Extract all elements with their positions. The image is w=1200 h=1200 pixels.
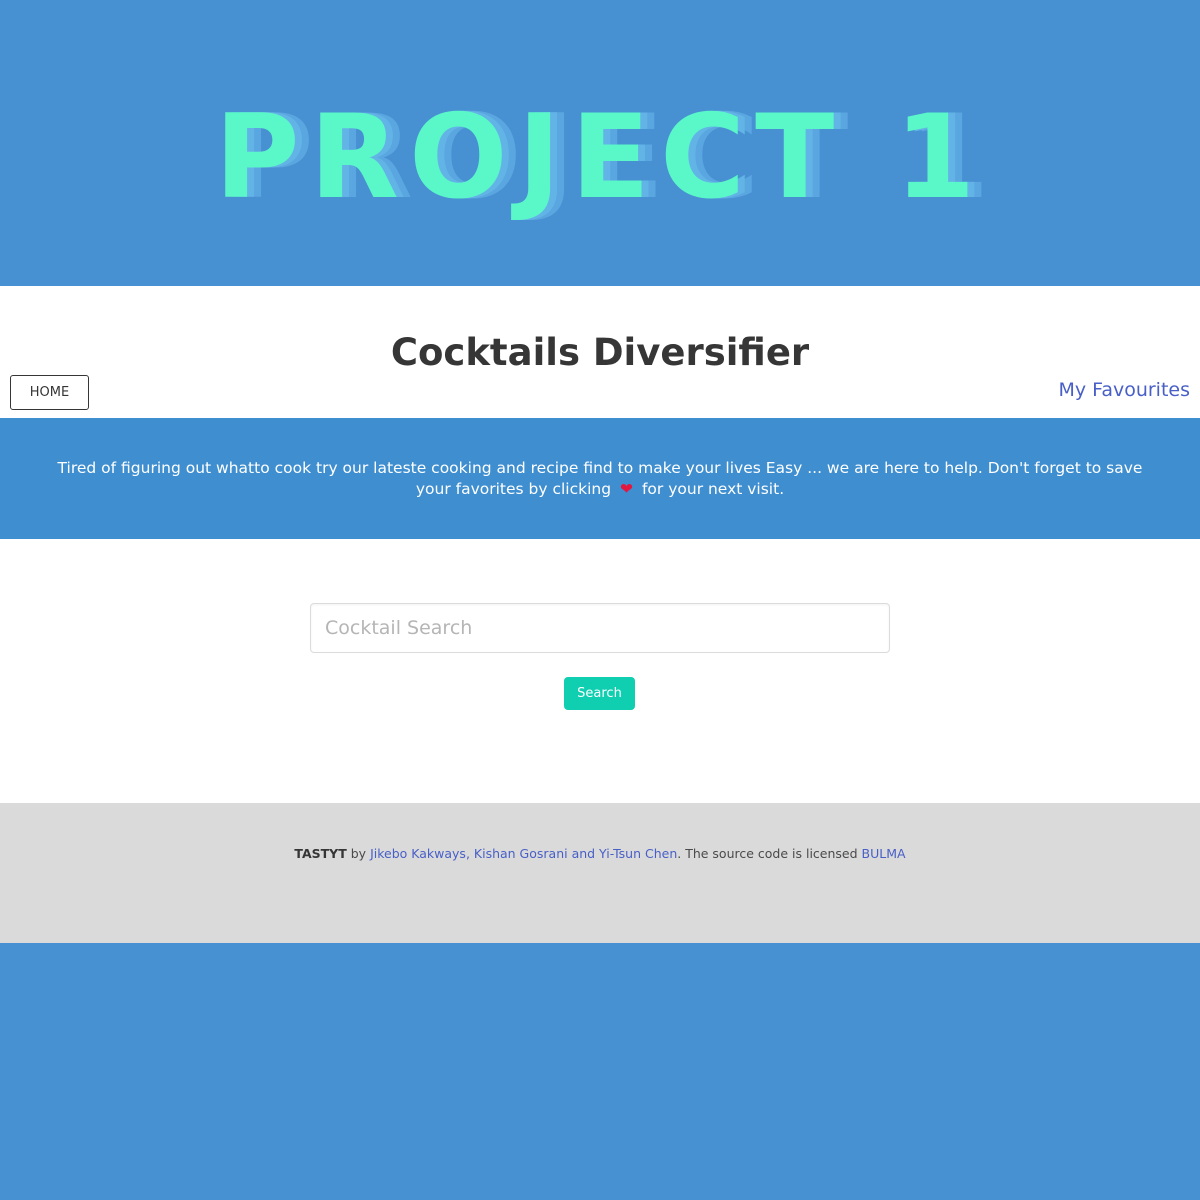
heart-icon: ❤ — [620, 480, 634, 498]
page-title: Cocktails Diversifier — [390, 331, 810, 374]
hero-title: PROJECT 1 — [214, 90, 986, 225]
intro-text-end: for your next visit. — [641, 480, 785, 498]
site-header: Cocktails Diversifier HOME My Favourites — [0, 286, 1200, 418]
footer-brand: TASTYT — [294, 846, 347, 861]
footer-license-text: . The source code is licensed — [677, 846, 858, 861]
footer-text: TASTYT by Jikebo Kakways, Kishan Gosrani… — [0, 845, 1200, 863]
page-background — [0, 943, 1200, 1200]
authors-link[interactable]: Jikebo Kakways, Kishan Gosrani and Yi-Ts… — [370, 846, 677, 861]
cocktail-search-input[interactable] — [310, 603, 890, 653]
bulma-link[interactable]: BULMA — [862, 846, 906, 861]
intro-text: Tired of figuring out whatto cook try ou… — [40, 458, 1160, 500]
footer: TASTYT by Jikebo Kakways, Kishan Gosrani… — [0, 803, 1200, 943]
intro-banner: Tired of figuring out whatto cook try ou… — [0, 418, 1200, 539]
search-button[interactable]: Search — [564, 677, 635, 710]
search-section: Search — [0, 539, 1200, 803]
intro-text-start: Tired of figuring out whatto cook try ou… — [57, 459, 1143, 498]
home-button[interactable]: HOME — [10, 375, 89, 410]
my-favourites-link[interactable]: My Favourites — [1058, 377, 1190, 403]
hero-section: PROJECT 1 — [0, 0, 1200, 286]
footer-by: by — [350, 846, 367, 861]
